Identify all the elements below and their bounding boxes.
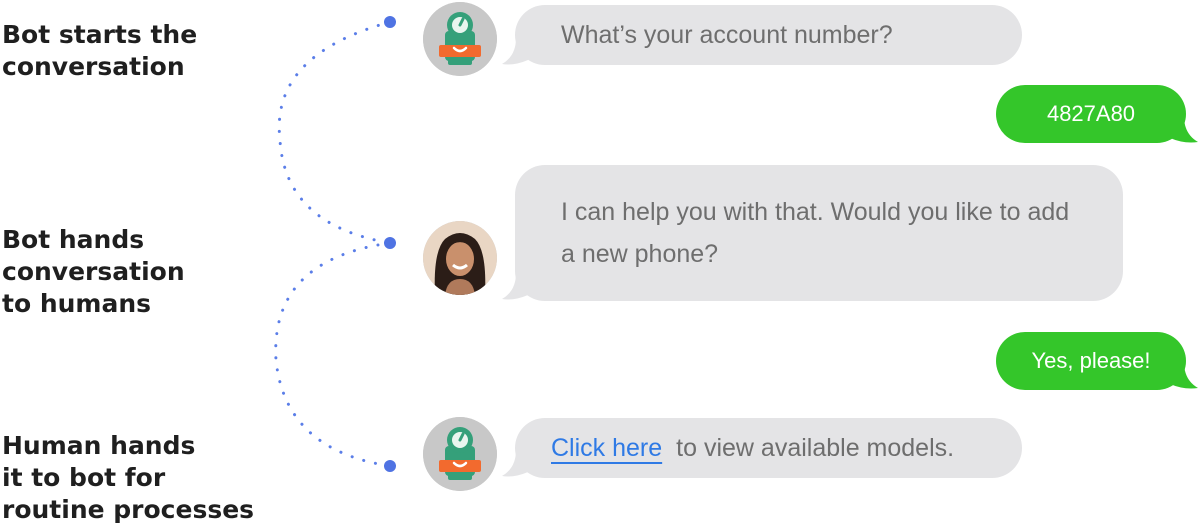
click-here-link[interactable]: Click here <box>551 434 662 463</box>
user-message-account-number: 4827A80 <box>996 85 1186 143</box>
agent-message-offer: I can help you with that. Would you like… <box>515 165 1123 301</box>
flow-node-start <box>384 16 396 28</box>
message-text: 4827A80 <box>1046 101 1136 126</box>
flow-node-return <box>384 460 396 472</box>
bubble-tail <box>1170 116 1198 143</box>
flow-node-handoff <box>384 237 396 249</box>
bot-message-models: Click here to view available models. <box>515 418 1022 478</box>
message-text: Yes, please! <box>1031 348 1151 373</box>
bubble-tail <box>1170 362 1198 389</box>
flow-line-upper <box>277 20 392 245</box>
flow-line-lower <box>274 241 392 468</box>
agent-avatar <box>423 221 497 295</box>
message-text: What’s your account number? <box>561 20 893 49</box>
message-text: to view available models. <box>676 433 955 462</box>
bot-message-account: What’s your account number? <box>515 5 1022 65</box>
message-text: I can help you with that. Would you like… <box>561 198 1070 268</box>
flow-connector <box>274 16 396 472</box>
bot-icon <box>423 2 497 76</box>
bot-icon <box>423 417 497 491</box>
user-message-confirm: Yes, please! <box>996 332 1186 390</box>
